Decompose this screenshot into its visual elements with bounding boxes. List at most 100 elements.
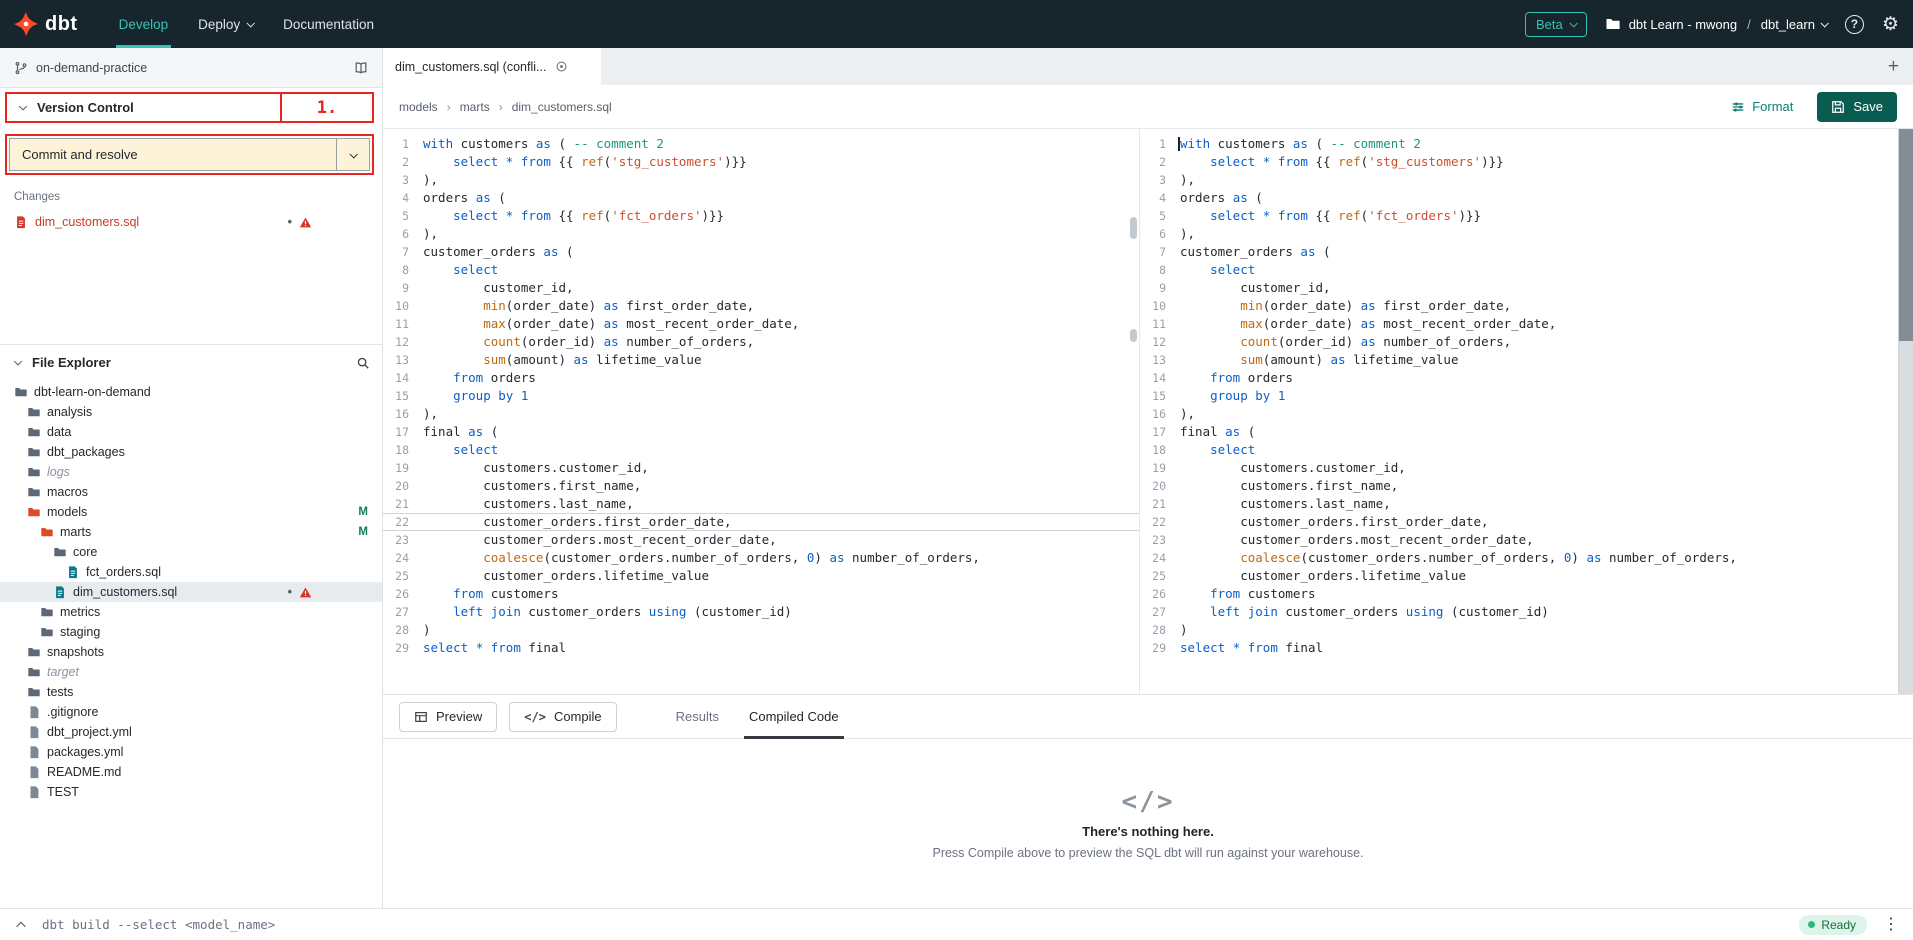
preview-button[interactable]: Preview: [399, 702, 497, 732]
unsaved-changes-dot-icon[interactable]: [555, 60, 568, 73]
code-line-12[interactable]: 12 count(order_id) as number_of_orders,: [383, 333, 1139, 351]
code-line-26[interactable]: 26 from customers: [383, 585, 1139, 603]
tree-item-metrics[interactable]: metrics: [0, 602, 382, 622]
code-line-4[interactable]: 4orders as (: [1140, 189, 1896, 207]
changed-file-item[interactable]: dim_customers.sql•: [0, 210, 382, 234]
code-line-27[interactable]: 27 left join customer_orders using (cust…: [383, 603, 1139, 621]
code-line-14[interactable]: 14 from orders: [1140, 369, 1896, 387]
help-icon[interactable]: ?: [1845, 15, 1864, 34]
tree-item-target[interactable]: target: [0, 662, 382, 682]
tree-item-core[interactable]: core: [0, 542, 382, 562]
format-button[interactable]: Format: [1731, 99, 1793, 114]
code-line-8[interactable]: 8 select: [383, 261, 1139, 279]
editor-tab-dim-customers[interactable]: dim_customers.sql (confli...: [383, 48, 601, 85]
code-line-27[interactable]: 27 left join customer_orders using (cust…: [1140, 603, 1896, 621]
scrollbar-thumb[interactable]: [1899, 129, 1913, 341]
overflow-menu-icon[interactable]: ⋮: [1883, 917, 1899, 933]
code-line-9[interactable]: 9 customer_id,: [1140, 279, 1896, 297]
code-line-5[interactable]: 5 select * from {{ ref('fct_orders')}}: [383, 207, 1139, 225]
tree-item-tests[interactable]: tests: [0, 682, 382, 702]
code-line-3[interactable]: 3),: [1140, 171, 1896, 189]
code-line-18[interactable]: 18 select: [1140, 441, 1896, 459]
code-line-21[interactable]: 21 customers.last_name,: [1140, 495, 1896, 513]
panel-tab-results[interactable]: Results: [661, 695, 734, 738]
code-line-1[interactable]: 1with customers as ( -- comment 2: [383, 135, 1139, 153]
code-line-1[interactable]: 1with customers as ( -- comment 2: [1140, 135, 1896, 153]
code-line-18[interactable]: 18 select: [383, 441, 1139, 459]
code-line-28[interactable]: 28): [383, 621, 1139, 639]
code-line-10[interactable]: 10 min(order_date) as first_order_date,: [1140, 297, 1896, 315]
file-explorer-header[interactable]: File Explorer: [0, 344, 382, 380]
new-tab-icon[interactable]: +: [1888, 56, 1899, 78]
tree-item-packages-yml[interactable]: packages.yml: [0, 742, 382, 762]
tree-item-dim-customers-sql[interactable]: dim_customers.sql•: [0, 582, 382, 602]
code-line-7[interactable]: 7customer_orders as (: [1140, 243, 1896, 261]
editor-pane-right[interactable]: 1with customers as ( -- comment 22 selec…: [1140, 129, 1913, 694]
editor-pane-left[interactable]: 1with customers as ( -- comment 22 selec…: [383, 129, 1140, 694]
code-line-26[interactable]: 26 from customers: [1140, 585, 1896, 603]
git-branch-row[interactable]: on-demand-practice: [0, 48, 382, 88]
expand-panel-chevron-up-icon[interactable]: [14, 918, 28, 932]
code-line-13[interactable]: 13 sum(amount) as lifetime_value: [1140, 351, 1896, 369]
tree-item-marts[interactable]: martsM: [0, 522, 382, 542]
left-pane-scrollbar[interactable]: [1129, 129, 1138, 694]
tree-item-models[interactable]: modelsM: [0, 502, 382, 522]
breadcrumb-item[interactable]: marts: [460, 100, 490, 114]
code-line-11[interactable]: 11 max(order_date) as most_recent_order_…: [383, 315, 1139, 333]
code-line-23[interactable]: 23 customer_orders.most_recent_order_dat…: [1140, 531, 1896, 549]
code-line-28[interactable]: 28): [1140, 621, 1896, 639]
code-line-5[interactable]: 5 select * from {{ ref('fct_orders')}}: [1140, 207, 1896, 225]
code-line-10[interactable]: 10 min(order_date) as first_order_date,: [383, 297, 1139, 315]
code-line-17[interactable]: 17final as (: [1140, 423, 1896, 441]
tree-item-staging[interactable]: staging: [0, 622, 382, 642]
nav-develop[interactable]: Develop: [104, 0, 184, 48]
panel-tab-compiled-code[interactable]: Compiled Code: [734, 695, 854, 738]
code-line-2[interactable]: 2 select * from {{ ref('stg_customers')}…: [383, 153, 1139, 171]
code-line-23[interactable]: 23 customer_orders.most_recent_order_dat…: [383, 531, 1139, 549]
breadcrumb-item[interactable]: models: [399, 100, 438, 114]
code-line-9[interactable]: 9 customer_id,: [383, 279, 1139, 297]
dbt-logo[interactable]: dbt: [14, 12, 78, 36]
code-line-22[interactable]: 22 customer_orders.first_order_date,: [1140, 513, 1896, 531]
tree-item-readme-md[interactable]: README.md: [0, 762, 382, 782]
project-switcher[interactable]: dbt_learn: [1761, 17, 1827, 32]
code-line-4[interactable]: 4orders as (: [383, 189, 1139, 207]
tree-item-macros[interactable]: macros: [0, 482, 382, 502]
code-line-24[interactable]: 24 coalesce(customer_orders.number_of_or…: [383, 549, 1139, 567]
code-line-16[interactable]: 16),: [383, 405, 1139, 423]
nav-deploy[interactable]: Deploy: [183, 0, 268, 48]
right-pane-scrollbar[interactable]: [1898, 129, 1913, 694]
code-line-25[interactable]: 25 customer_orders.lifetime_value: [383, 567, 1139, 585]
code-line-6[interactable]: 6),: [1140, 225, 1896, 243]
code-line-15[interactable]: 15 group by 1: [383, 387, 1139, 405]
tree-item-dbt-packages[interactable]: dbt_packages: [0, 442, 382, 462]
tree-item-dbt-project-yml[interactable]: dbt_project.yml: [0, 722, 382, 742]
save-button[interactable]: Save: [1817, 92, 1897, 122]
code-line-20[interactable]: 20 customers.first_name,: [1140, 477, 1896, 495]
tree-item-test[interactable]: TEST: [0, 782, 382, 802]
code-line-24[interactable]: 24 coalesce(customer_orders.number_of_or…: [1140, 549, 1896, 567]
code-line-20[interactable]: 20 customers.first_name,: [383, 477, 1139, 495]
version-control-header[interactable]: Version Control 1.: [5, 92, 374, 123]
code-line-14[interactable]: 14 from orders: [383, 369, 1139, 387]
code-line-21[interactable]: 21 customers.last_name,: [383, 495, 1139, 513]
tree-item--gitignore[interactable]: .gitignore: [0, 702, 382, 722]
code-line-16[interactable]: 16),: [1140, 405, 1896, 423]
settings-gear-icon[interactable]: ⚙: [1882, 15, 1899, 34]
tree-item-dbt-learn-on-demand[interactable]: dbt-learn-on-demand: [0, 382, 382, 402]
code-line-22[interactable]: 22 customer_orders.first_order_date,: [383, 513, 1139, 531]
code-line-11[interactable]: 11 max(order_date) as most_recent_order_…: [1140, 315, 1896, 333]
tree-item-logs[interactable]: logs: [0, 462, 382, 482]
code-line-17[interactable]: 17final as (: [383, 423, 1139, 441]
beta-dropdown[interactable]: Beta: [1525, 12, 1587, 37]
tree-item-analysis[interactable]: analysis: [0, 402, 382, 422]
breadcrumb-item[interactable]: dim_customers.sql: [512, 100, 612, 114]
command-input[interactable]: dbt build --select <model_name>: [42, 917, 275, 932]
code-line-25[interactable]: 25 customer_orders.lifetime_value: [1140, 567, 1896, 585]
code-line-19[interactable]: 19 customers.customer_id,: [383, 459, 1139, 477]
code-line-6[interactable]: 6),: [383, 225, 1139, 243]
code-line-29[interactable]: 29select * from final: [1140, 639, 1896, 657]
code-line-19[interactable]: 19 customers.customer_id,: [1140, 459, 1896, 477]
tree-item-snapshots[interactable]: snapshots: [0, 642, 382, 662]
code-line-2[interactable]: 2 select * from {{ ref('stg_customers')}…: [1140, 153, 1896, 171]
